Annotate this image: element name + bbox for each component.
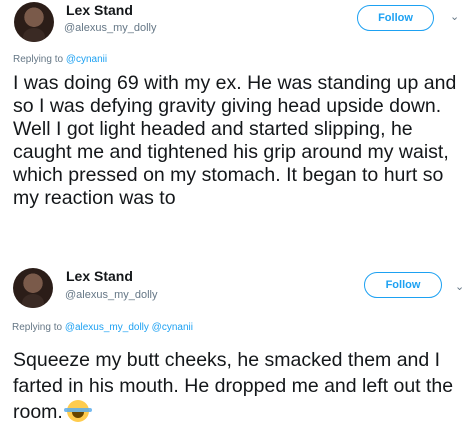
avatar[interactable] xyxy=(14,2,54,42)
avatar[interactable] xyxy=(13,268,53,308)
user-handle[interactable]: @alexus_my_dolly xyxy=(65,289,158,301)
follow-button[interactable]: Follow xyxy=(357,5,434,31)
replying-to-label: Replying to xyxy=(12,322,63,333)
display-name[interactable]: Lex Stand xyxy=(66,2,133,18)
replying-to: Replying to @alexus_my_dolly @cynanii xyxy=(12,322,193,333)
display-name[interactable]: Lex Stand xyxy=(66,268,133,284)
mention-link[interactable]: @alexus_my_dolly xyxy=(65,322,149,333)
chevron-down-icon[interactable]: ⌄ xyxy=(455,280,464,293)
mention-link[interactable]: @cynanii xyxy=(152,322,193,333)
user-handle[interactable]: @alexus_my_dolly xyxy=(64,22,157,34)
follow-button[interactable]: Follow xyxy=(364,272,442,298)
tweet: Lex Stand @alexus_my_dolly Follow ⌄ Repl… xyxy=(0,262,474,428)
chevron-down-icon[interactable]: ⌄ xyxy=(450,10,459,23)
tears-of-joy-emoji-icon xyxy=(63,400,92,422)
replying-to: Replying to @cynanii xyxy=(13,54,107,65)
replying-to-label: Replying to xyxy=(13,54,64,65)
tweet-text: I was doing 69 with my ex. He was standi… xyxy=(13,72,457,209)
mention-link[interactable]: @cynanii xyxy=(66,54,107,65)
tweet: Lex Stand @alexus_my_dolly Follow ⌄ Repl… xyxy=(0,0,474,262)
tweet-text: Squeeze my butt cheeks, he smacked them … xyxy=(13,347,463,425)
